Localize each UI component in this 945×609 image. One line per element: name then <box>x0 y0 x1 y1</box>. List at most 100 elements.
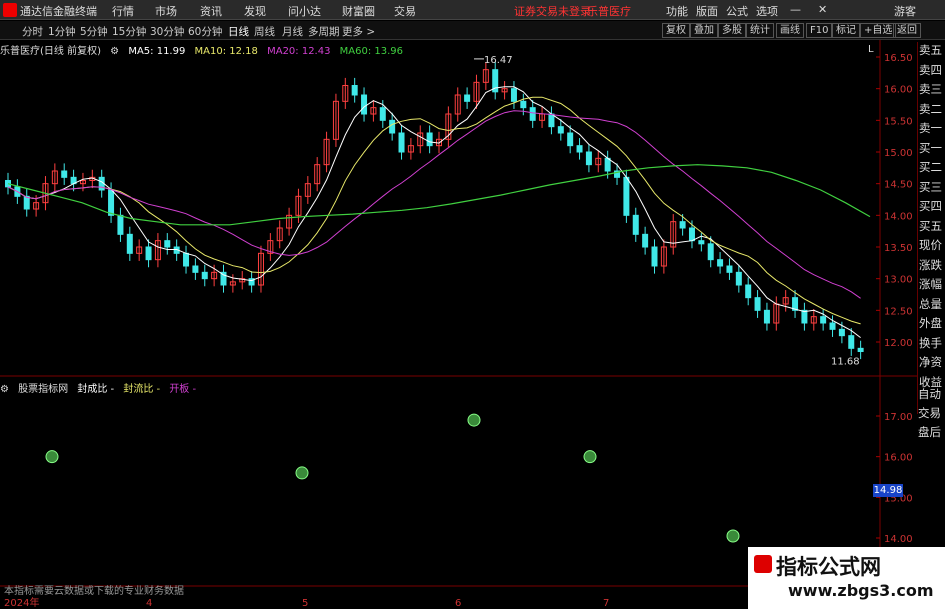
guest-label[interactable]: 游客 <box>894 3 916 19</box>
lower-tick-label: 14.00 <box>884 534 913 545</box>
candle-body <box>108 189 115 216</box>
sidebar-quote-label: 现价 <box>919 238 942 252</box>
upper-tick-label: 16.00 <box>884 85 913 96</box>
sidebar-quote-label: 卖一 <box>919 121 942 135</box>
lower-indicator-line: ⚙ 股票指标网 封成比 - 封流比 - 开板 - <box>0 380 202 395</box>
candle-body <box>623 176 630 216</box>
sidebar-quote-label: 买四 <box>919 199 942 213</box>
upper-tick-label: 14.00 <box>884 211 913 222</box>
close-icon[interactable]: ✕ <box>818 3 827 16</box>
period-timeshare[interactable]: 分时 <box>22 24 43 39</box>
candle-body <box>651 246 658 267</box>
candle-body <box>801 309 808 324</box>
candle-body <box>604 157 611 172</box>
upper-tick-label: 13.00 <box>884 275 913 286</box>
candle-body <box>745 284 752 299</box>
stock-name-title: 乐普医疗 <box>587 5 631 18</box>
sidebar-quote-label: 外盘 <box>919 316 942 330</box>
sidebar-quote-label: 买二 <box>919 160 942 174</box>
stats-button[interactable]: 统计 <box>746 23 774 38</box>
menu-quotes[interactable]: 行情 <box>112 3 134 19</box>
draw-button[interactable]: 画线 <box>776 23 804 38</box>
quote-sidebar: 卖五 卖四 卖三 卖二 卖一 买一 买二 买三 买四 买五 现价 涨跌 涨幅 总量 外盘 换手 净资 收益 <box>917 42 945 414</box>
x-axis-label: 5 <box>302 598 308 609</box>
sidebar-quote-label: 净资 <box>919 355 942 369</box>
candle-body <box>838 328 845 337</box>
candle-body <box>717 259 724 267</box>
add-watchlist-button[interactable]: +自选 <box>860 23 897 38</box>
candle-body <box>361 94 368 115</box>
menu-trade[interactable]: 交易 <box>394 3 416 19</box>
candle-body <box>426 132 433 147</box>
overlay-button[interactable]: 叠加 <box>690 23 718 38</box>
app-title: 通达信金融终端 <box>20 5 97 18</box>
menu-options[interactable]: 选项 <box>756 3 778 19</box>
f10-button[interactable]: F10 <box>806 23 833 38</box>
signal-dot <box>726 529 740 543</box>
period-60min[interactable]: 60分钟 <box>188 24 222 39</box>
x-axis-label: 4 <box>146 598 152 609</box>
upper-tick-label: 14.50 <box>884 180 913 191</box>
period-more[interactable]: 更多 > <box>342 24 375 39</box>
upper-tick-label: 12.50 <box>884 306 913 317</box>
candle-body <box>548 113 555 128</box>
candle-body <box>379 107 386 121</box>
period-daily[interactable]: 日线 <box>228 24 249 39</box>
lower-tick-label: 17.00 <box>884 412 913 423</box>
candle-body <box>557 126 564 134</box>
candle-body <box>642 233 649 248</box>
title-bar: 通达信金融终端 行情 市场 资讯 发现 问小达 财富圈 交易 证券交易未登录 乐… <box>0 0 945 20</box>
candle-body <box>510 88 517 102</box>
candle-body <box>848 335 855 349</box>
watermark: 指标公式网 www.zbgs3.com <box>748 547 945 609</box>
back-button[interactable]: 返回 <box>893 23 921 38</box>
sidebar-quote-label: 卖三 <box>919 82 942 96</box>
sidebar-bottom-label[interactable]: 盘后 <box>918 424 941 440</box>
login-warning[interactable]: 证券交易未登录 <box>514 3 591 19</box>
lower-label-1: 封成比 - <box>77 384 115 395</box>
mark-button[interactable]: 标记 <box>832 23 860 38</box>
adjust-button[interactable]: 复权 <box>662 23 690 38</box>
candle-body <box>126 233 133 254</box>
sidebar-bottom-label[interactable]: 交易 <box>918 405 941 421</box>
upper-tick-label: 16.50 <box>884 53 913 64</box>
signal-dot <box>295 466 309 480</box>
sidebar-quote-label: 换手 <box>919 335 942 350</box>
kline-chart[interactable]: 16.47 11.68 L 16.50 16.00 15.50 15.00 14.50 14.… <box>0 40 917 609</box>
menu-ask[interactable]: 问小达 <box>288 3 321 19</box>
period-5min[interactable]: 5分钟 <box>80 24 108 39</box>
minimize-icon[interactable]: — <box>790 3 801 16</box>
candle-body <box>192 265 199 273</box>
period-15min[interactable]: 15分钟 <box>112 24 146 39</box>
sidebar-quote-label: 卖四 <box>919 62 942 77</box>
menu-function[interactable]: 功能 <box>666 3 688 19</box>
signal-dot <box>467 413 481 427</box>
ma5-line <box>7 86 861 338</box>
period-30min[interactable]: 30分钟 <box>150 24 184 39</box>
period-monthly[interactable]: 月线 <box>282 24 303 39</box>
sidebar-bottom-label[interactable]: 自动 <box>918 386 941 402</box>
signal-dot <box>583 450 597 464</box>
sidebar-quote-label: 涨跌 <box>919 257 942 272</box>
menu-market[interactable]: 市场 <box>155 3 177 19</box>
multi-stock-button[interactable]: 多股 <box>718 23 746 38</box>
candle-body <box>754 297 761 311</box>
menu-news[interactable]: 资讯 <box>200 3 222 19</box>
period-multi[interactable]: 多周期 <box>308 24 340 39</box>
menu-wealth[interactable]: 财富圈 <box>342 3 375 19</box>
upper-tick-label: 15.00 <box>884 148 913 159</box>
upper-tick-label: 15.50 <box>884 116 913 127</box>
candle-body <box>763 309 770 324</box>
menu-layout[interactable]: 版面 <box>696 3 718 19</box>
candle-body <box>576 145 583 153</box>
ma60-line <box>7 164 871 226</box>
l-marker: L <box>868 44 874 55</box>
menu-formula[interactable]: 公式 <box>726 3 748 19</box>
menu-discover[interactable]: 发现 <box>244 3 266 19</box>
lower-settings-icon[interactable]: ⚙ <box>0 384 9 395</box>
period-weekly[interactable]: 周线 <box>254 24 275 39</box>
period-1min[interactable]: 1分钟 <box>48 24 76 39</box>
candle-body <box>61 170 68 178</box>
candle-body <box>567 132 574 147</box>
x-axis-label: 2024年 <box>4 596 39 609</box>
